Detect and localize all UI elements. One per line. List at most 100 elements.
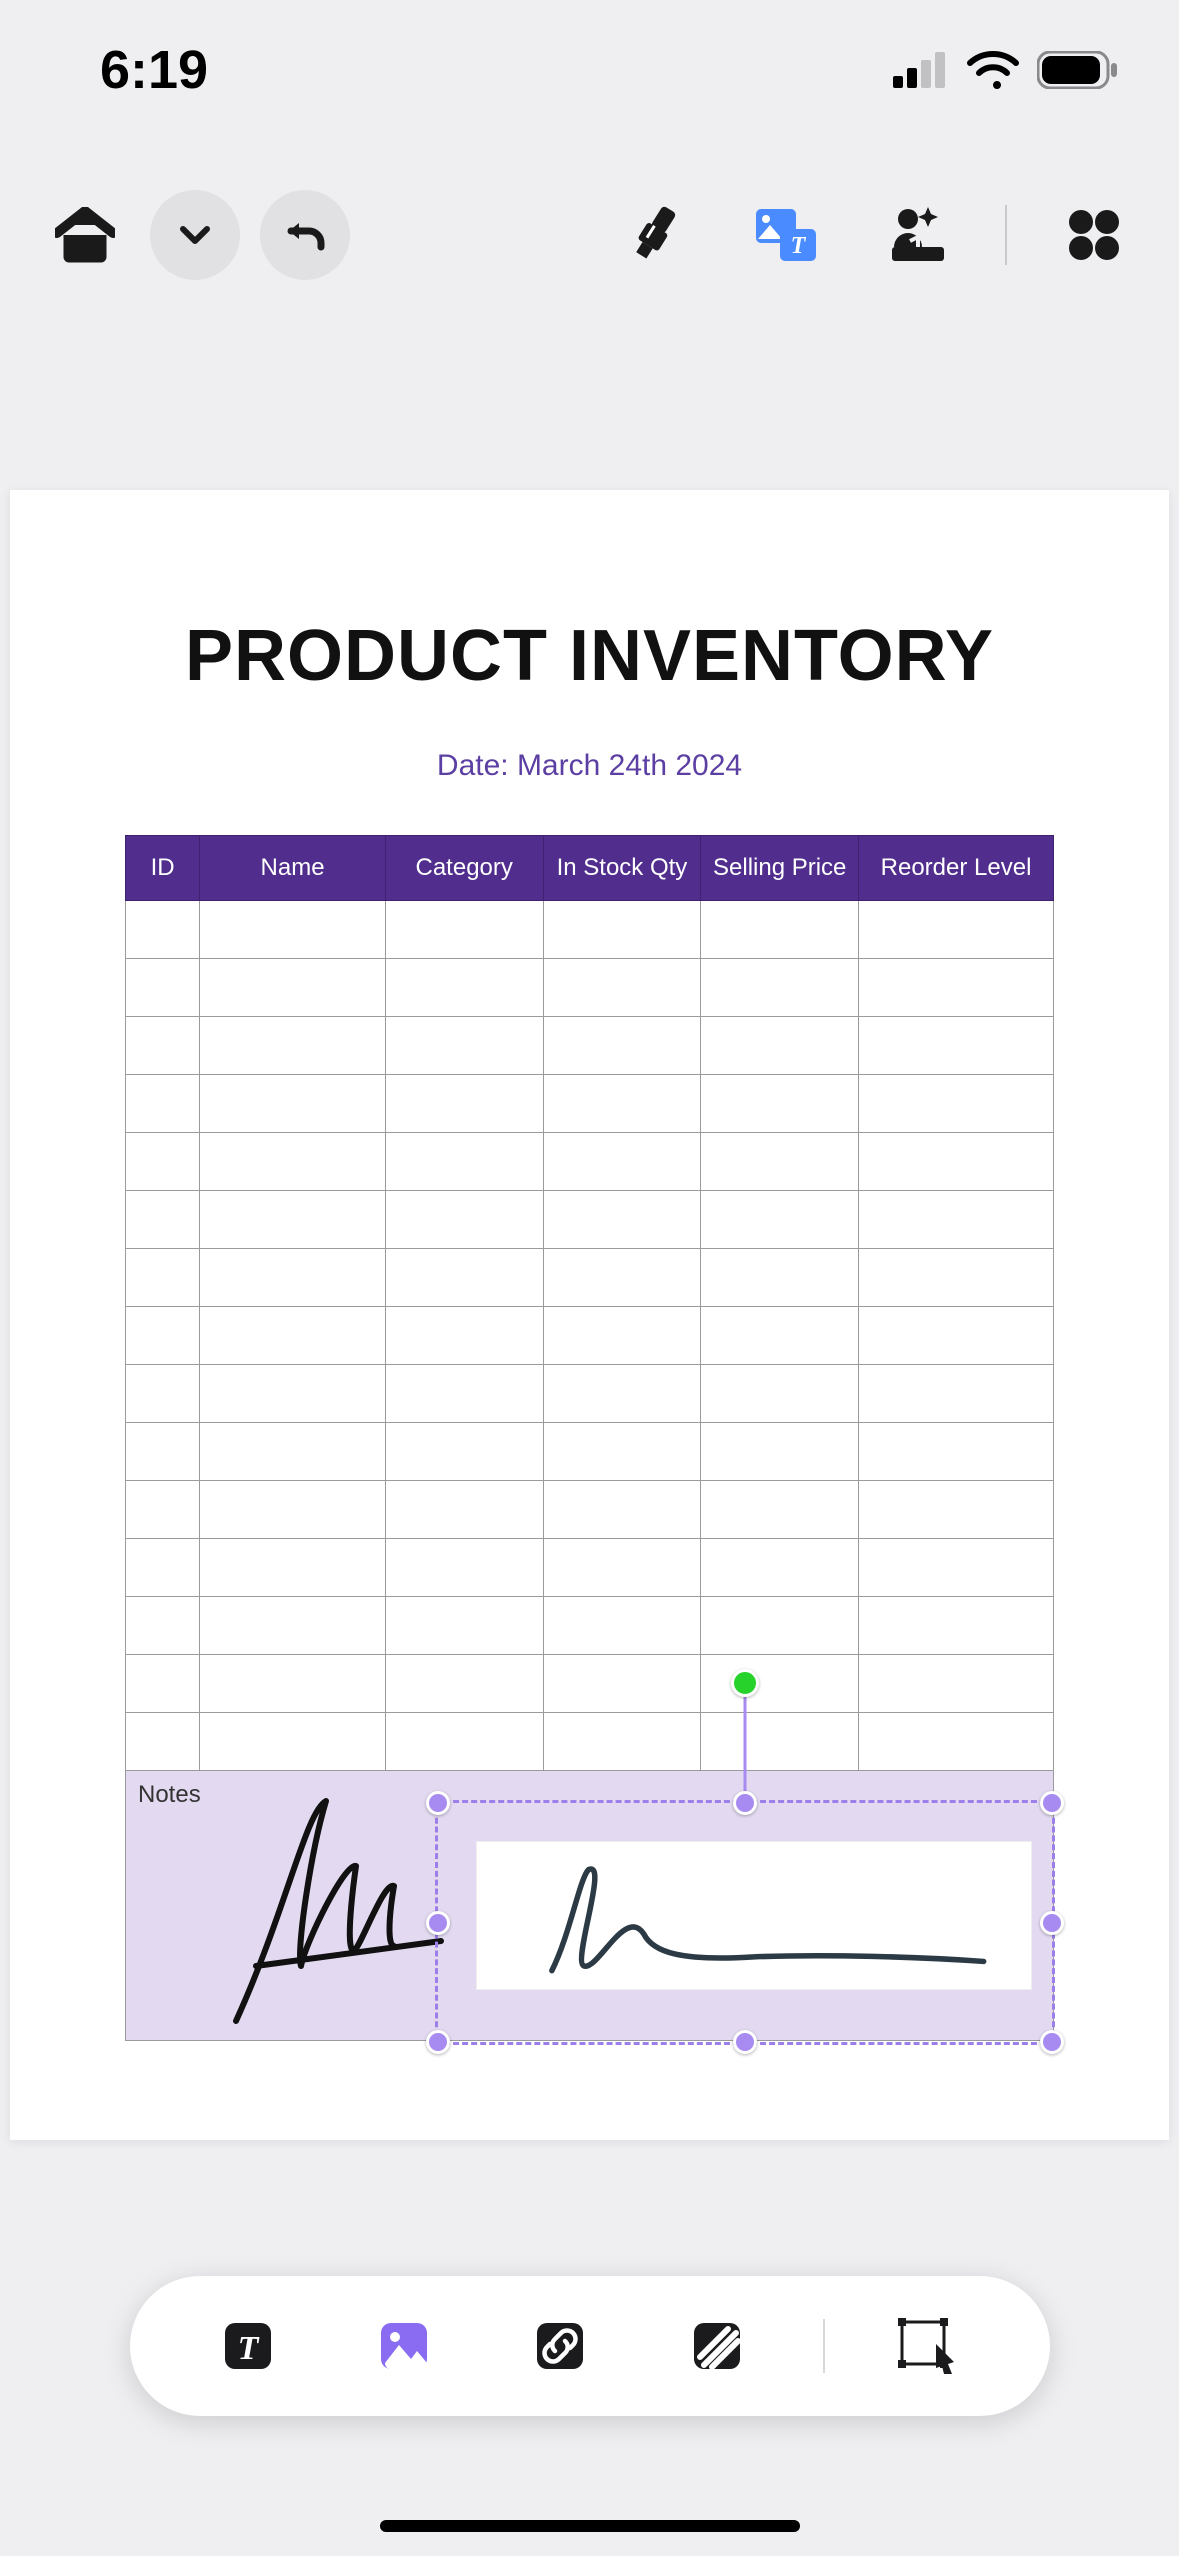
apps-button[interactable] <box>1049 190 1139 280</box>
table-cell[interactable] <box>701 1423 859 1481</box>
table-cell[interactable] <box>701 901 859 959</box>
table-cell[interactable] <box>200 959 386 1017</box>
table-cell[interactable] <box>126 1307 200 1365</box>
table-cell[interactable] <box>200 1133 386 1191</box>
table-cell[interactable] <box>385 1249 543 1307</box>
table-cell[interactable] <box>200 1481 386 1539</box>
table-cell[interactable] <box>200 1017 386 1075</box>
table-cell[interactable] <box>385 1075 543 1133</box>
table-cell[interactable] <box>126 1075 200 1133</box>
table-cell[interactable] <box>385 901 543 959</box>
document-page[interactable]: PRODUCT INVENTORY Date: March 24th 2024 … <box>10 490 1169 2140</box>
table-cell[interactable] <box>859 1713 1054 1771</box>
table-cell[interactable] <box>200 1539 386 1597</box>
table-cell[interactable] <box>543 1481 701 1539</box>
table-cell[interactable] <box>126 1423 200 1481</box>
table-cell[interactable] <box>859 1191 1054 1249</box>
table-cell[interactable] <box>385 1017 543 1075</box>
table-cell[interactable] <box>859 959 1054 1017</box>
table-cell[interactable] <box>126 1191 200 1249</box>
table-cell[interactable] <box>543 901 701 959</box>
table-cell[interactable] <box>126 1597 200 1655</box>
table-cell[interactable] <box>200 1191 386 1249</box>
canvas-area[interactable]: PRODUCT INVENTORY Date: March 24th 2024 … <box>0 310 1179 2556</box>
pattern-tool-button[interactable] <box>667 2296 767 2396</box>
table-cell[interactable] <box>543 1075 701 1133</box>
table-cell[interactable] <box>701 1365 859 1423</box>
image-text-button[interactable]: T <box>741 190 831 280</box>
table-cell[interactable] <box>859 1597 1054 1655</box>
table-cell[interactable] <box>859 1365 1054 1423</box>
home-indicator[interactable] <box>380 2520 800 2532</box>
table-cell[interactable] <box>200 1365 386 1423</box>
table-cell[interactable] <box>385 1191 543 1249</box>
table-cell[interactable] <box>543 1191 701 1249</box>
table-cell[interactable] <box>385 1713 543 1771</box>
table-cell[interactable] <box>385 1597 543 1655</box>
table-cell[interactable] <box>200 1307 386 1365</box>
table-cell[interactable] <box>701 1597 859 1655</box>
table-cell[interactable] <box>859 1249 1054 1307</box>
table-cell[interactable] <box>859 1481 1054 1539</box>
table-cell[interactable] <box>701 1481 859 1539</box>
table-cell[interactable] <box>859 1017 1054 1075</box>
table-cell[interactable] <box>543 1365 701 1423</box>
text-tool-button[interactable]: T <box>198 2296 298 2396</box>
table-cell[interactable] <box>543 959 701 1017</box>
table-cell[interactable] <box>859 1307 1054 1365</box>
table-cell[interactable] <box>701 1713 859 1771</box>
table-cell[interactable] <box>701 1249 859 1307</box>
table-cell[interactable] <box>543 1307 701 1365</box>
table-cell[interactable] <box>126 1539 200 1597</box>
table-cell[interactable] <box>859 901 1054 959</box>
table-cell[interactable] <box>200 1423 386 1481</box>
table-cell[interactable] <box>385 1539 543 1597</box>
home-button[interactable] <box>40 190 130 280</box>
table-cell[interactable] <box>126 1133 200 1191</box>
table-cell[interactable] <box>385 1423 543 1481</box>
table-cell[interactable] <box>200 1655 386 1713</box>
table-cell[interactable] <box>859 1133 1054 1191</box>
table-cell[interactable] <box>385 959 543 1017</box>
table-cell[interactable] <box>701 1191 859 1249</box>
link-tool-button[interactable] <box>510 2296 610 2396</box>
table-cell[interactable] <box>200 1713 386 1771</box>
table-cell[interactable] <box>543 1655 701 1713</box>
table-cell[interactable] <box>200 1249 386 1307</box>
table-cell[interactable] <box>200 1075 386 1133</box>
table-cell[interactable] <box>385 1133 543 1191</box>
table-cell[interactable] <box>543 1597 701 1655</box>
table-cell[interactable] <box>385 1655 543 1713</box>
table-cell[interactable] <box>701 1655 859 1713</box>
table-cell[interactable] <box>543 1713 701 1771</box>
table-cell[interactable] <box>543 1423 701 1481</box>
table-cell[interactable] <box>200 1597 386 1655</box>
ai-insert-button[interactable] <box>873 190 963 280</box>
highlighter-button[interactable] <box>609 190 699 280</box>
image-tool-button[interactable] <box>354 2296 454 2396</box>
table-cell[interactable] <box>701 1539 859 1597</box>
table-cell[interactable] <box>200 901 386 959</box>
table-cell[interactable] <box>859 1423 1054 1481</box>
table-cell[interactable] <box>126 1655 200 1713</box>
table-cell[interactable] <box>126 1481 200 1539</box>
table-cell[interactable] <box>859 1539 1054 1597</box>
dropdown-button[interactable] <box>150 190 240 280</box>
table-cell[interactable] <box>543 1249 701 1307</box>
table-cell[interactable] <box>385 1365 543 1423</box>
table-cell[interactable] <box>701 1075 859 1133</box>
table-cell[interactable] <box>126 959 200 1017</box>
table-cell[interactable] <box>385 1481 543 1539</box>
transform-tool-button[interactable] <box>881 2296 981 2396</box>
table-cell[interactable] <box>126 1017 200 1075</box>
table-cell[interactable] <box>859 1655 1054 1713</box>
table-cell[interactable] <box>385 1307 543 1365</box>
table-cell[interactable] <box>859 1075 1054 1133</box>
undo-button[interactable] <box>260 190 350 280</box>
table-cell[interactable] <box>126 1713 200 1771</box>
table-cell[interactable] <box>126 1249 200 1307</box>
table-cell[interactable] <box>701 1133 859 1191</box>
table-cell[interactable] <box>543 1133 701 1191</box>
table-cell[interactable] <box>701 1307 859 1365</box>
table-cell[interactable] <box>126 1365 200 1423</box>
